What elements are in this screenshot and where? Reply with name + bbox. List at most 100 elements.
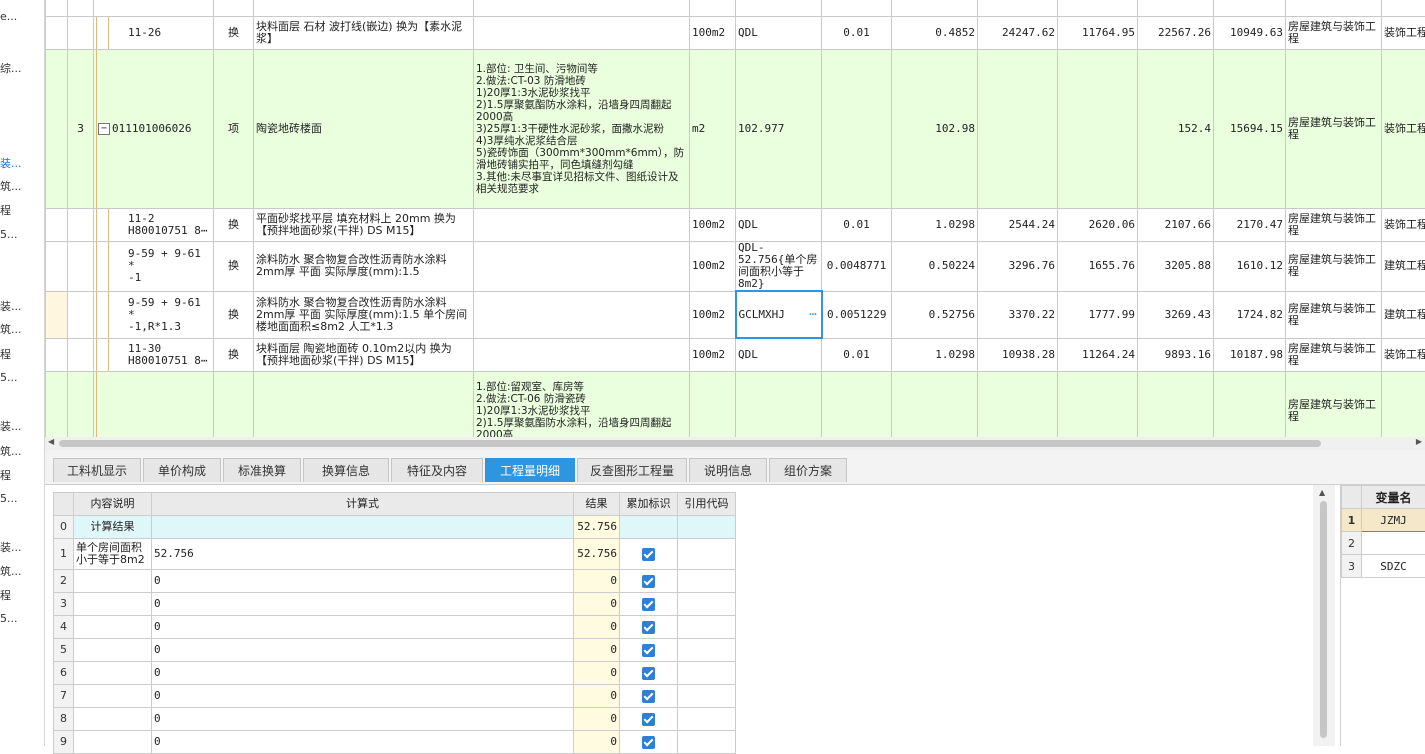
left-nav-item[interactable]: 程 xyxy=(0,587,11,603)
table-row[interactable]: 11-2H80010751 8⋯换平面砂浆找平层 填充材料上 20mm 换为【预… xyxy=(46,209,1425,242)
item-type[interactable]: 项 xyxy=(214,50,254,209)
coefficient[interactable]: 0.0051229 xyxy=(822,291,892,338)
qty-expression[interactable]: QDL-52.756{单个房间面积小等于8m2} xyxy=(736,242,822,292)
calc-expression[interactable]: 0 xyxy=(152,685,574,708)
item-name[interactable]: 涂料防水 聚合物复合改性沥青防水涂料 2mm厚 平面 实际厚度(mm):1.5 xyxy=(254,242,474,292)
item-name[interactable]: 陶瓷地砖楼面 xyxy=(254,50,474,209)
item-feature[interactable] xyxy=(474,17,690,50)
reference-code[interactable] xyxy=(678,708,736,731)
content-description[interactable] xyxy=(74,570,152,593)
total-price[interactable] xyxy=(1058,371,1138,437)
qty-expression[interactable]: QDL xyxy=(736,338,822,371)
accumulate-flag[interactable] xyxy=(620,639,678,662)
unit-price[interactable]: 3296.76 xyxy=(978,242,1058,292)
qty-expression[interactable]: QDL xyxy=(736,209,822,242)
detail-row[interactable]: 400 xyxy=(54,616,736,639)
grid-cell[interactable] xyxy=(892,0,978,17)
calc-expression[interactable] xyxy=(152,516,574,539)
reference-code[interactable] xyxy=(678,685,736,708)
checkbox-checked-icon[interactable] xyxy=(642,736,655,749)
content-description[interactable]: 计算结果 xyxy=(74,516,152,539)
item-feature[interactable] xyxy=(474,338,690,371)
total-price[interactable] xyxy=(1058,50,1138,209)
content-description[interactable] xyxy=(74,708,152,731)
detail-row[interactable]: 600 xyxy=(54,662,736,685)
item-code[interactable]: −011101006026 xyxy=(94,50,214,209)
item-feature[interactable] xyxy=(474,209,690,242)
accumulate-flag[interactable] xyxy=(620,516,678,539)
table-row[interactable]: 11-26换块料面层 石材 波打线(嵌边) 换为【素水泥浆】100m2QDL0.… xyxy=(46,17,1425,50)
row-number[interactable] xyxy=(68,371,94,437)
table-row[interactable]: 9-59 + 9-61 *-1,R*1.3换涂料防水 聚合物复合改性沥青防水涂料… xyxy=(46,291,1425,338)
total-price[interactable]: 1655.76 xyxy=(1058,242,1138,292)
table-row[interactable]: 9-59 + 9-61 *-1换涂料防水 聚合物复合改性沥青防水涂料 2mm厚 … xyxy=(46,242,1425,292)
coefficient[interactable]: 0.01 xyxy=(822,17,892,50)
major[interactable]: 房屋建筑与装饰工程 xyxy=(1286,209,1382,242)
left-nav-item[interactable]: 程 xyxy=(0,467,11,483)
grid-cell[interactable] xyxy=(46,0,68,17)
table-row[interactable]: 3−011101006026项陶瓷地砖楼面1.部位: 卫生间、污物间等 2.做法… xyxy=(46,50,1425,209)
profession[interactable] xyxy=(1382,371,1425,437)
coefficient[interactable]: 0.01 xyxy=(822,209,892,242)
content-description[interactable] xyxy=(74,593,152,616)
detail-row[interactable]: 0计算结果52.756 xyxy=(54,516,736,539)
calc-expression[interactable]: 0 xyxy=(152,593,574,616)
left-nav-item[interactable]: 程 xyxy=(0,346,11,362)
content-description[interactable] xyxy=(74,731,152,754)
scroll-left-icon[interactable]: ◀ xyxy=(48,437,54,446)
tab-8[interactable]: 说明信息 xyxy=(689,458,767,482)
major[interactable]: 房屋建筑与装饰工程 xyxy=(1286,242,1382,292)
item-name[interactable] xyxy=(254,371,474,437)
horizontal-scrollbar[interactable]: ◀ ▶ xyxy=(45,437,1425,450)
unit[interactable]: 100m2 xyxy=(690,291,736,338)
item-type[interactable]: 换 xyxy=(214,17,254,50)
price-b[interactable]: 15694.15 xyxy=(1214,50,1286,209)
calc-expression[interactable]: 0 xyxy=(152,639,574,662)
row-marker[interactable] xyxy=(46,291,68,338)
calc-expression[interactable]: 0 xyxy=(152,616,574,639)
price-a[interactable]: 3269.43 xyxy=(1138,291,1214,338)
left-nav-item[interactable]: 筑... xyxy=(0,178,22,194)
item-code[interactable]: 11-30H80010751 8⋯ xyxy=(94,338,214,371)
detail-row[interactable]: 900 xyxy=(54,731,736,754)
variable-row[interactable]: 1JZMJ xyxy=(1342,509,1425,532)
item-code[interactable]: 9-59 + 9-61 *-1 xyxy=(94,242,214,292)
detail-row[interactable]: 700 xyxy=(54,685,736,708)
grid-cell[interactable] xyxy=(1138,0,1214,17)
total-price[interactable]: 11764.95 xyxy=(1058,17,1138,50)
price-b[interactable] xyxy=(1214,371,1286,437)
row-marker[interactable] xyxy=(46,242,68,292)
item-name[interactable]: 块料面层 陶瓷地面砖 0.10m2以内 换为【预拌地面砂浆(干拌) DS M15… xyxy=(254,338,474,371)
scroll-up-icon[interactable]: ▲ xyxy=(1319,488,1325,497)
accumulate-flag[interactable] xyxy=(620,662,678,685)
grid-cell[interactable] xyxy=(68,0,94,17)
item-type[interactable]: 换 xyxy=(214,242,254,292)
table-row[interactable]: 1.部位:留观室、库房等 2.做法:CT-06 防滑瓷砖 1)20厚1:3水泥砂… xyxy=(46,371,1425,437)
unit[interactable]: m2 xyxy=(690,50,736,209)
content-description[interactable] xyxy=(74,639,152,662)
unit-price[interactable]: 24247.62 xyxy=(978,17,1058,50)
detail-row[interactable]: 1单个房间面积小于等于8m252.75652.756 xyxy=(54,539,736,570)
major[interactable]: 房屋建筑与装饰工程 xyxy=(1286,371,1382,437)
checkbox-checked-icon[interactable] xyxy=(642,644,655,657)
qty-expression[interactable]: GCLMXHJ⋯ xyxy=(736,291,822,338)
price-a[interactable]: 2107.66 xyxy=(1138,209,1214,242)
reference-code[interactable] xyxy=(678,731,736,754)
unit[interactable]: 100m2 xyxy=(690,242,736,292)
total-price[interactable]: 2620.06 xyxy=(1058,209,1138,242)
column-header[interactable]: 计算式 xyxy=(152,493,574,516)
coefficient[interactable] xyxy=(822,371,892,437)
left-nav-item[interactable]: 筑... xyxy=(0,321,22,337)
row-number[interactable] xyxy=(68,291,94,338)
left-nav-item[interactable]: 5... xyxy=(0,371,18,384)
grid-cell[interactable] xyxy=(94,0,214,17)
detail-row[interactable]: 200 xyxy=(54,570,736,593)
item-feature[interactable] xyxy=(474,291,690,338)
grid-cell[interactable] xyxy=(978,0,1058,17)
detail-row[interactable]: 300 xyxy=(54,593,736,616)
price-a[interactable]: 3205.88 xyxy=(1138,242,1214,292)
variable-name[interactable]: JZMJ xyxy=(1362,509,1425,532)
reference-code[interactable] xyxy=(678,516,736,539)
left-nav-item[interactable]: 装... xyxy=(0,155,22,171)
grid-cell[interactable] xyxy=(1382,0,1425,17)
